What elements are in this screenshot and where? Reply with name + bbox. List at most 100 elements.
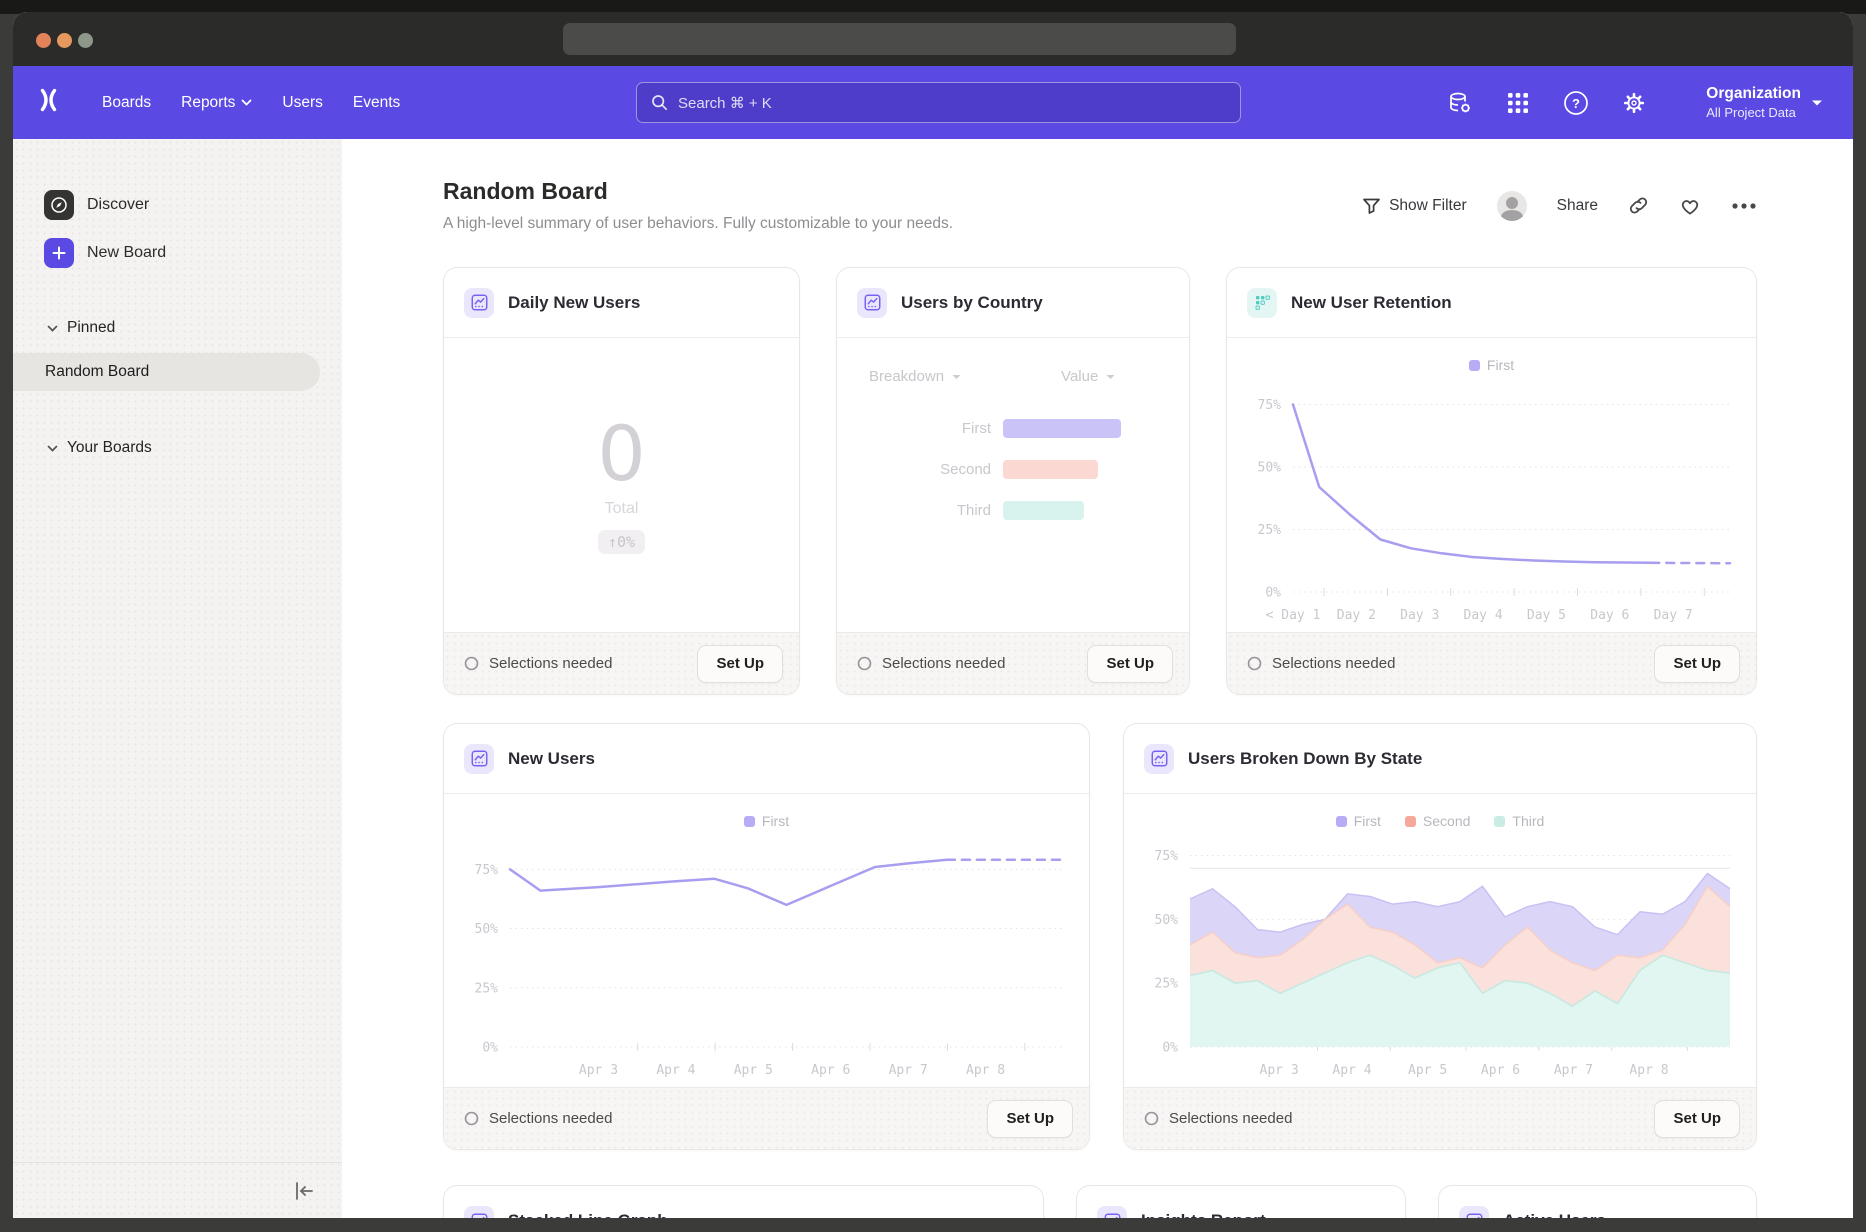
svg-text:Day 7: Day 7: [1654, 608, 1693, 623]
sidebar-section-label: Your Boards: [67, 439, 152, 457]
sidebar-section-pinned[interactable]: Pinned: [13, 315, 342, 341]
compass-icon: [44, 190, 74, 220]
line-chart-icon: [1144, 744, 1174, 774]
svg-text:Apr 8: Apr 8: [966, 1063, 1005, 1078]
card-title: Users by Country: [901, 293, 1043, 313]
sidebar-item-discover[interactable]: Discover: [13, 183, 342, 227]
retention-chart: 75%50%25%0%< Day 1Day 2Day 3Day 4Day 5Da…: [1235, 382, 1748, 630]
show-filter-button[interactable]: Show Filter: [1362, 197, 1467, 215]
line-chart-icon: [464, 288, 494, 318]
heart-icon: [1679, 196, 1701, 216]
svg-text:75%: 75%: [1258, 398, 1282, 413]
svg-text:75%: 75%: [1155, 849, 1179, 864]
svg-text:Apr 6: Apr 6: [1481, 1063, 1520, 1078]
metric-delta-badge: ↑0%: [598, 530, 645, 554]
metric-value: 0: [597, 416, 645, 492]
svg-text:Apr 6: Apr 6: [811, 1063, 850, 1078]
sidebar-section-label: Pinned: [67, 319, 115, 337]
sidebar-section-your-boards[interactable]: Your Boards: [13, 435, 342, 461]
svg-text:< Day 1: < Day 1: [1266, 608, 1321, 623]
svg-text:Apr 4: Apr 4: [1332, 1063, 1371, 1078]
chevron-down-icon: [47, 325, 58, 332]
maximize-window-button[interactable]: [78, 33, 93, 48]
set-up-button[interactable]: Set Up: [1654, 645, 1740, 683]
circle-status-icon: [857, 656, 872, 671]
chart-legend: First: [1227, 352, 1756, 378]
link-icon: [1628, 195, 1649, 216]
bar-first: [1003, 419, 1121, 438]
card-daily-new-users: Daily New Users 0 Total ↑0%: [443, 267, 800, 695]
share-button[interactable]: Share: [1557, 197, 1598, 215]
collapse-sidebar-icon[interactable]: [292, 1180, 316, 1202]
data-management-icon[interactable]: [1447, 90, 1473, 116]
set-up-button[interactable]: Set Up: [1654, 1100, 1740, 1138]
breakdown-row: First: [837, 419, 1189, 438]
apps-grid-icon[interactable]: [1505, 90, 1531, 116]
circle-status-icon: [1144, 1111, 1159, 1126]
page-subtitle: A high-level summary of user behaviors. …: [443, 215, 953, 233]
bar-second: [1003, 460, 1098, 479]
svg-text:Apr 4: Apr 4: [656, 1063, 695, 1078]
sidebar-item-random-board[interactable]: Random Board: [13, 353, 320, 391]
status-selections-needed: Selections needed: [857, 655, 1005, 672]
search-placeholder: Search ⌘ + K: [678, 94, 772, 112]
settings-gear-icon[interactable]: [1621, 90, 1647, 116]
chevron-down-icon: [1106, 374, 1115, 380]
browser-address-bar[interactable]: [563, 23, 1236, 55]
legend-item: First: [1469, 357, 1514, 373]
svg-text:Day 6: Day 6: [1590, 608, 1629, 623]
card-users-broken-down-by-state: Users Broken Down By State FirstSecondTh…: [1123, 723, 1757, 1150]
svg-text:50%: 50%: [475, 922, 499, 937]
set-up-button[interactable]: Set Up: [987, 1100, 1073, 1138]
svg-text:25%: 25%: [1155, 977, 1179, 992]
retention-grid-icon: [1247, 288, 1277, 318]
card-title: Stacked Line Graph: [508, 1211, 668, 1218]
nav-item-users[interactable]: Users: [282, 94, 322, 112]
set-up-button[interactable]: Set Up: [697, 645, 783, 683]
circle-status-icon: [464, 1111, 479, 1126]
svg-text:25%: 25%: [1258, 523, 1282, 538]
status-selections-needed: Selections needed: [464, 655, 612, 672]
state-area-chart: 75%50%25%0%Apr 3Apr 4Apr 5Apr 6Apr 7Apr …: [1132, 838, 1748, 1085]
avatar[interactable]: [1497, 191, 1527, 221]
more-options-button[interactable]: [1731, 202, 1757, 210]
status-selections-needed: Selections needed: [464, 1110, 612, 1127]
circle-status-icon: [1247, 656, 1262, 671]
show-filter-label: Show Filter: [1389, 197, 1467, 215]
svg-text:0%: 0%: [1162, 1041, 1178, 1056]
svg-text:Apr 7: Apr 7: [1554, 1063, 1593, 1078]
bar-third: [1003, 501, 1084, 520]
card-active-users: Active Users: [1438, 1185, 1757, 1218]
help-icon[interactable]: ?: [1563, 90, 1589, 116]
chevron-down-icon: [47, 445, 58, 452]
chevron-down-icon: [1811, 99, 1823, 107]
plus-icon: [44, 238, 74, 268]
chevron-down-icon: [241, 99, 252, 106]
svg-text:Apr 7: Apr 7: [889, 1063, 928, 1078]
nav-item-label: Boards: [102, 94, 151, 112]
mixpanel-logo-icon[interactable]: [35, 87, 62, 118]
sidebar-item-new-board[interactable]: New Board: [13, 231, 342, 275]
ellipsis-icon: [1731, 202, 1757, 210]
nav-item-reports[interactable]: Reports: [181, 94, 252, 112]
legend-item: Third: [1494, 813, 1544, 829]
status-selections-needed: Selections needed: [1144, 1110, 1292, 1127]
nav-item-events[interactable]: Events: [353, 94, 400, 112]
set-up-button[interactable]: Set Up: [1087, 645, 1173, 683]
breakdown-dropdown[interactable]: Breakdown: [869, 368, 961, 385]
line-chart-icon: [464, 1206, 494, 1218]
minimize-window-button[interactable]: [57, 33, 72, 48]
org-project: All Project Data: [1706, 105, 1796, 120]
svg-text:50%: 50%: [1258, 461, 1282, 476]
sidebar-item-label: New Board: [87, 244, 166, 262]
close-window-button[interactable]: [36, 33, 51, 48]
svg-text:Day 3: Day 3: [1400, 608, 1439, 623]
org-project-switcher[interactable]: Organization All Project Data: [1706, 66, 1823, 139]
copy-link-button[interactable]: [1628, 195, 1649, 216]
nav-item-boards[interactable]: Boards: [102, 94, 151, 112]
top-navbar: Boards Reports Users Events Search ⌘ + K: [13, 66, 1853, 139]
search-input[interactable]: Search ⌘ + K: [636, 82, 1241, 123]
value-dropdown[interactable]: Value: [1061, 368, 1115, 385]
org-name: Organization: [1706, 85, 1801, 103]
favorite-button[interactable]: [1679, 196, 1701, 216]
